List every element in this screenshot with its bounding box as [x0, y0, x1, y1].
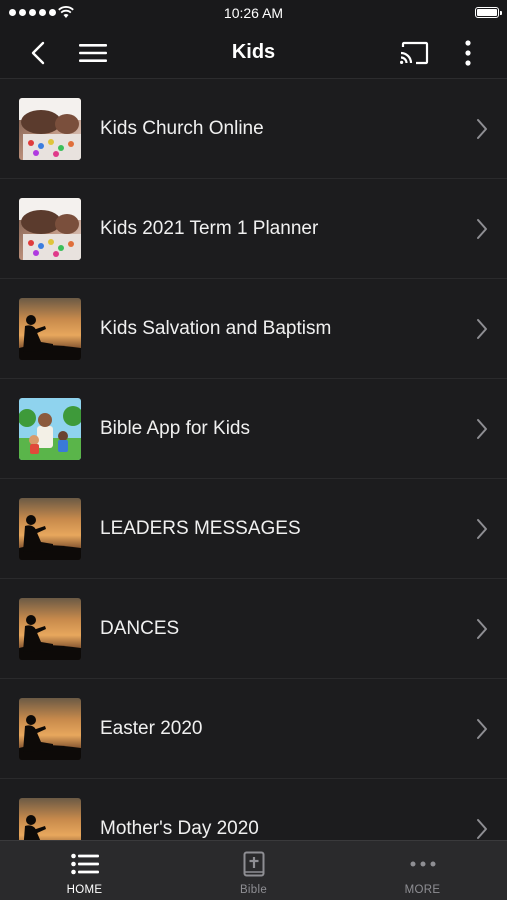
content-list: Kids Church Online Kids 2021 Term 1 Plan…	[0, 79, 507, 840]
sunset-silhouette-thumbnail	[19, 598, 81, 660]
chevron-right-icon	[477, 619, 487, 639]
list-item-label: Kids Church Online	[100, 118, 264, 139]
tab-label: MORE	[404, 884, 441, 896]
list-item-label: Kids 2021 Term 1 Planner	[100, 218, 319, 239]
chevron-right-icon	[477, 119, 487, 139]
kids-game-thumbnail	[19, 98, 81, 160]
list-item[interactable]: Kids 2021 Term 1 Planner	[0, 179, 507, 279]
list-item[interactable]: Kids Salvation and Baptism	[0, 279, 507, 379]
list-item-label: Bible App for Kids	[100, 418, 250, 439]
list-item[interactable]: Mother's Day 2020	[0, 779, 507, 840]
cast-icon	[400, 41, 429, 65]
chevron-right-icon	[477, 519, 487, 539]
list-item-label: Mother's Day 2020	[100, 818, 259, 839]
list-item[interactable]: Bible App for Kids	[0, 379, 507, 479]
cast-button[interactable]	[396, 35, 432, 71]
overflow-menu-button[interactable]	[450, 35, 486, 71]
list-item[interactable]: LEADERS MESSAGES	[0, 479, 507, 579]
sunset-silhouette-thumbnail	[19, 798, 81, 840]
list-item[interactable]: DANCES	[0, 579, 507, 679]
list-icon	[70, 853, 99, 875]
kids-game-thumbnail	[19, 198, 81, 260]
list-item-label: Easter 2020	[100, 718, 203, 739]
status-bar: 10:26 AM	[0, 0, 507, 27]
list-item-label: Kids Salvation and Baptism	[100, 318, 332, 339]
more-dots-icon	[410, 861, 435, 867]
list-item-label: LEADERS MESSAGES	[100, 518, 301, 539]
tab-more[interactable]: MORE	[338, 841, 507, 900]
tab-bar: HOME Bible MORE	[0, 840, 507, 900]
bible-icon	[243, 851, 264, 877]
sunset-silhouette-thumbnail	[19, 298, 81, 360]
list-item[interactable]: Easter 2020	[0, 679, 507, 779]
status-time: 10:26 AM	[223, 5, 284, 21]
chevron-right-icon	[477, 219, 487, 239]
tab-bible[interactable]: Bible	[169, 841, 338, 900]
battery-icon	[475, 7, 502, 18]
chevron-right-icon	[477, 319, 487, 339]
chevron-right-icon	[477, 719, 487, 739]
more-vertical-icon	[465, 40, 471, 66]
tab-label: HOME	[66, 884, 103, 896]
chevron-right-icon	[477, 819, 487, 839]
sunset-silhouette-thumbnail	[19, 698, 81, 760]
tab-label: Bible	[239, 884, 268, 896]
navigation-bar: Kids	[0, 27, 507, 79]
list-item[interactable]: Kids Church Online	[0, 79, 507, 179]
list-item-label: DANCES	[100, 618, 180, 639]
sunset-silhouette-thumbnail	[19, 498, 81, 560]
tab-home[interactable]: HOME	[0, 841, 169, 900]
chevron-right-icon	[477, 419, 487, 439]
cartoon-kids-thumbnail	[19, 398, 81, 460]
